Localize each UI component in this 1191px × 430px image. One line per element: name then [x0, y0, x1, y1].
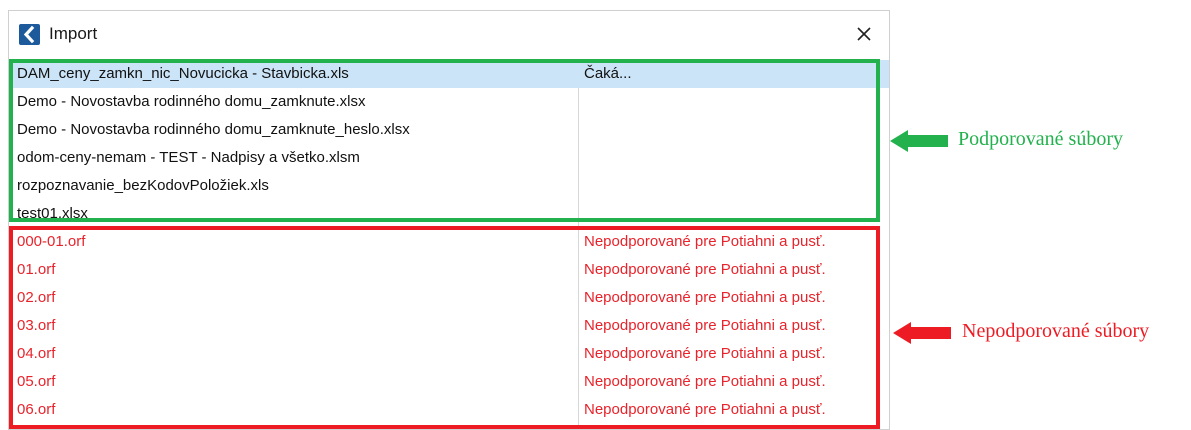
green-arrow-icon — [890, 130, 948, 152]
red-arrow-icon — [893, 322, 951, 344]
close-icon[interactable] — [849, 19, 879, 49]
supported-files-highlight — [9, 59, 880, 222]
title-bar: Import — [9, 11, 889, 57]
window-title: Import — [49, 24, 98, 43]
unsupported-files-label: Nepodporované súbory — [962, 320, 1150, 342]
unsupported-files-highlight — [9, 226, 880, 429]
supported-files-label: Podporované súbory — [958, 128, 1123, 150]
back-arrow-icon[interactable] — [19, 24, 40, 45]
